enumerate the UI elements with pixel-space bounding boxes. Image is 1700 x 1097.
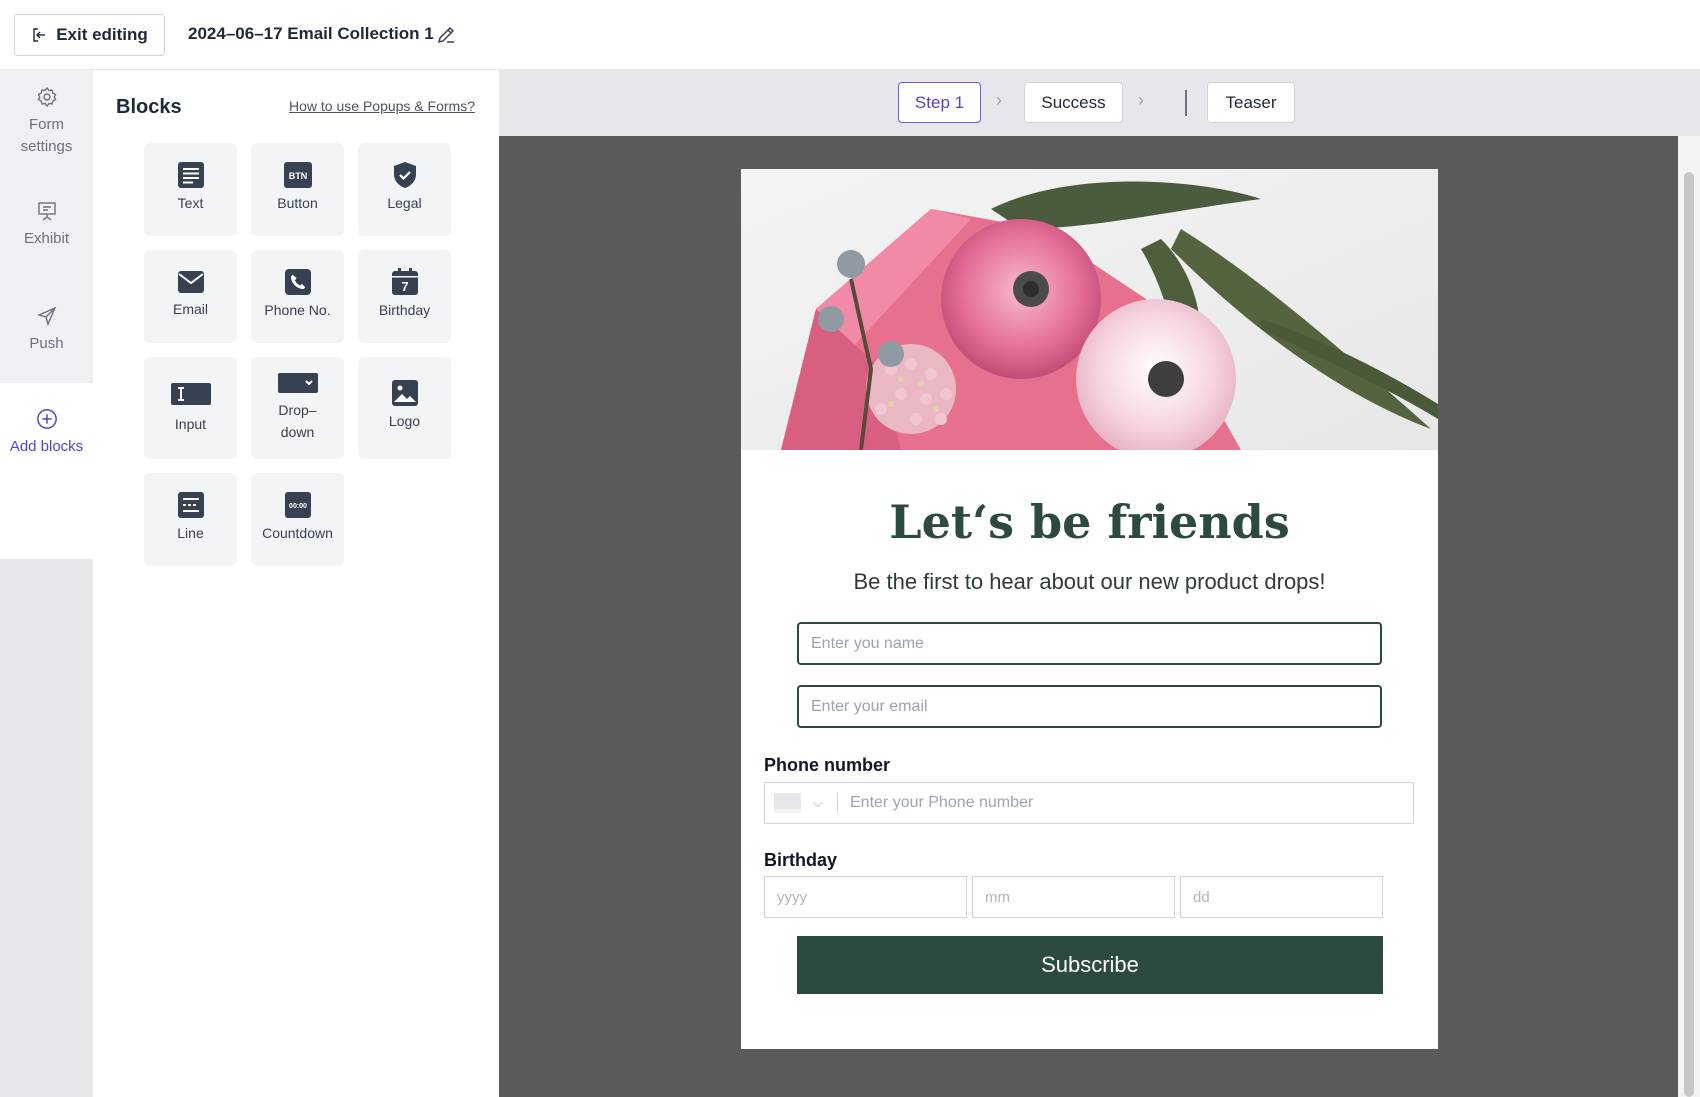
block-button[interactable]: BTN Button — [251, 143, 344, 236]
block-line[interactable]: Line — [144, 473, 237, 566]
rail-item-exhibit[interactable]: Exhibit — [0, 200, 93, 250]
presentation-icon — [37, 202, 56, 221]
subscribe-button[interactable]: Subscribe — [797, 936, 1383, 994]
birthday-year-input[interactable] — [764, 876, 967, 918]
form-subtitle: Be the first to hear about our new produ… — [853, 569, 1326, 594]
button-icon: BTN — [283, 162, 312, 188]
calendar-icon: 7 — [391, 268, 418, 295]
send-icon — [36, 306, 56, 327]
rail-label-add-blocks: Add blocks — [9, 438, 84, 455]
exit-editing-label: Exit editing — [56, 25, 148, 44]
hero-image[interactable] — [741, 169, 1438, 450]
block-text[interactable]: Text — [144, 143, 237, 236]
form-title: Let‘s be friends — [889, 495, 1290, 549]
block-label: Phone No. — [264, 302, 331, 318]
step-divider — [1185, 90, 1187, 116]
block-label: Email — [172, 301, 208, 317]
block-label: Line — [177, 525, 204, 541]
phone-icon — [284, 269, 311, 295]
line-icon — [177, 492, 204, 518]
block-input[interactable]: Input — [144, 357, 237, 459]
block-label: Drop– down — [278, 402, 317, 440]
country-flag-icon[interactable] — [774, 793, 801, 813]
phone-field: ⌵ — [764, 782, 1414, 824]
plus-circle-icon — [36, 409, 57, 429]
rail-item-add-blocks[interactable]: Add blocks — [0, 408, 93, 458]
left-rail: Form settings Exhibit Push Add blocks — [0, 70, 93, 1097]
chevron-down-icon[interactable]: ⌵ — [813, 795, 831, 811]
help-link[interactable]: How to use Popups & Forms? — [289, 98, 475, 114]
block-label: Logo — [388, 413, 421, 429]
countdown-icon: 00:00 — [284, 492, 311, 518]
image-icon — [391, 380, 418, 406]
block-logo[interactable]: Logo — [358, 357, 451, 459]
phone-label: Phone number — [764, 755, 891, 775]
dropdown-icon — [277, 373, 318, 393]
tab-success[interactable]: Success — [1024, 82, 1123, 123]
exit-editing-button[interactable]: Exit editing — [14, 14, 165, 56]
tab-teaser[interactable]: Teaser — [1207, 82, 1295, 123]
block-label: Countdown — [262, 525, 333, 541]
block-label: Input — [174, 416, 207, 432]
rail-label-push: Push — [29, 335, 64, 352]
envelope-icon — [177, 271, 204, 293]
block-label: Text — [177, 195, 204, 211]
birthday-month-input[interactable] — [972, 876, 1175, 918]
gear-icon — [37, 86, 56, 108]
rail-label-form-settings: Form settings — [20, 116, 73, 155]
phone-input[interactable] — [838, 784, 1413, 822]
chevron-right-icon: › — [996, 90, 1002, 110]
birthday-label: Birthday — [764, 850, 838, 870]
canvas-scrollbar-thumb[interactable] — [1684, 172, 1694, 1097]
block-phone[interactable]: Phone No. — [251, 250, 344, 343]
block-label: Legal — [387, 195, 422, 211]
blocks-panel: Blocks How to use Popups & Forms? Text B… — [93, 70, 499, 1097]
email-input[interactable] — [797, 685, 1382, 728]
form-name: 2024–06–17 Email Collection 1 — [188, 24, 434, 43]
block-legal[interactable]: Legal — [358, 143, 451, 236]
block-countdown[interactable]: 00:00 Countdown — [251, 473, 344, 566]
countdown-icon-text: 00:00 — [289, 503, 307, 510]
block-dropdown[interactable]: Drop– down — [251, 357, 344, 459]
top-bar: Exit editing 2024–06–17 Email Collection… — [0, 0, 1700, 70]
calendar-icon-text: 7 — [401, 279, 408, 294]
birthday-day-input[interactable] — [1180, 876, 1383, 918]
rail-label-exhibit: Exhibit — [23, 230, 70, 247]
rail-item-push[interactable]: Push — [0, 305, 93, 355]
form-preview: Let‘s be friends Be the first to hear ab… — [741, 169, 1438, 1049]
block-birthday[interactable]: 7 Birthday — [358, 250, 451, 343]
panel-title: Blocks — [116, 96, 182, 118]
button-icon-text: BTN — [288, 171, 307, 181]
rail-item-form-settings[interactable]: Form settings — [0, 86, 93, 158]
exit-icon — [33, 28, 46, 42]
text-icon — [177, 162, 204, 188]
pencil-icon[interactable] — [435, 24, 457, 46]
chevron-right-icon: › — [1138, 90, 1144, 110]
block-label: Button — [277, 195, 318, 211]
block-email[interactable]: Email — [144, 250, 237, 343]
step-bar: Step 1 › Success › Teaser — [499, 70, 1700, 136]
text-cursor-icon — [170, 383, 211, 405]
name-input[interactable] — [797, 622, 1382, 665]
shield-check-icon — [393, 162, 416, 188]
tab-step-1[interactable]: Step 1 — [898, 82, 981, 123]
block-label: Birthday — [378, 302, 431, 318]
